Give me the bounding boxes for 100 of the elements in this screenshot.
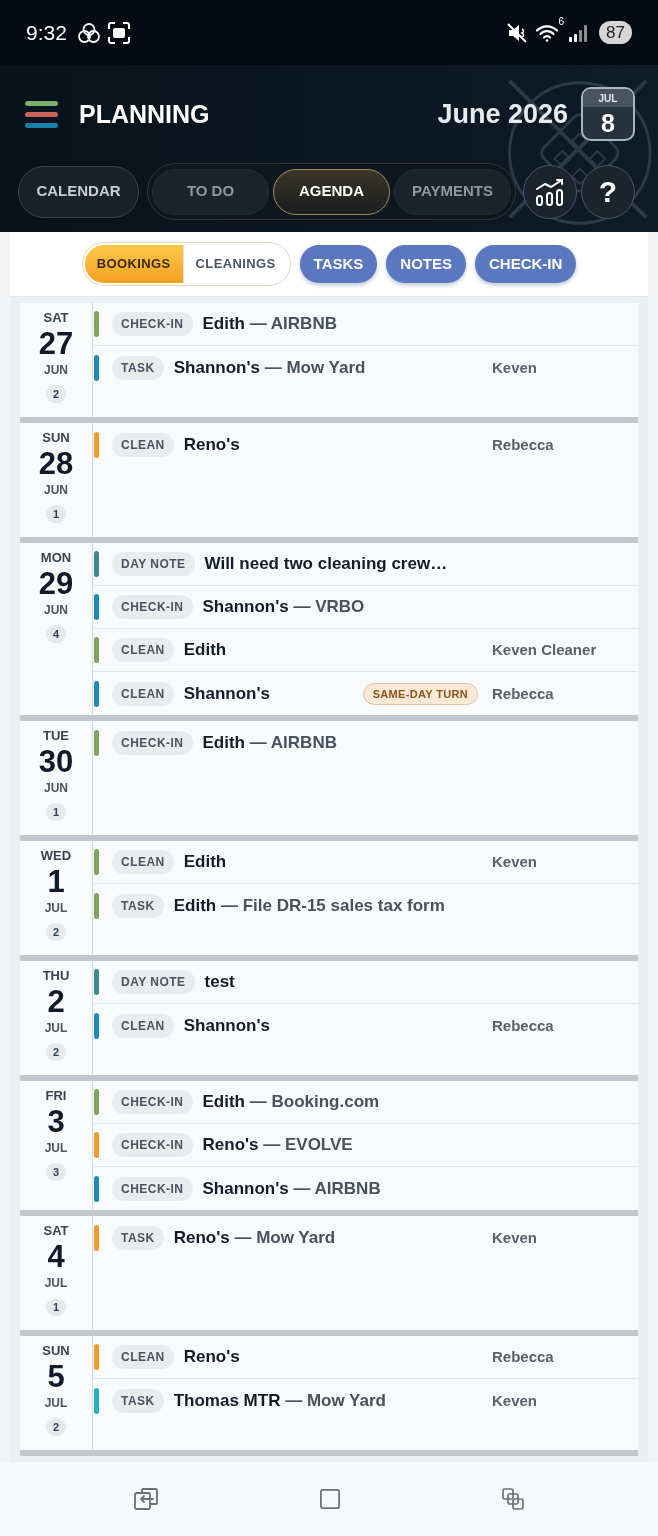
entry-tag: CLEAN <box>112 432 174 457</box>
weekday-label: SUN <box>42 430 70 446</box>
filter-toggle[interactable]: TASKS <box>299 245 378 283</box>
filter-segment[interactable]: BOOKINGS <box>84 245 183 283</box>
entry-tag: DAY NOTE <box>112 552 195 576</box>
screenshot-icon <box>107 21 130 44</box>
entry-tag: CHECK-IN <box>112 730 193 755</box>
month-label: JUL <box>44 1395 68 1411</box>
stats-button[interactable] <box>523 164 577 219</box>
assignee-name: Rebecca <box>492 1348 554 1365</box>
day-number: 2 <box>47 986 65 1018</box>
entry-tag: CLEAN <box>112 638 174 662</box>
entry-count: 4 <box>46 625 66 643</box>
month-label: JUL <box>44 1020 68 1036</box>
day-number: 5 <box>47 1361 65 1393</box>
battery-indicator: 87 <box>599 21 632 44</box>
weekday-label: WED <box>40 848 72 864</box>
entry-tag: CLEAN <box>112 681 174 706</box>
mute-icon <box>506 22 529 43</box>
page-title: PLANNING <box>79 101 210 127</box>
entry-title: Shannon's — Mow Yard <box>173 356 366 379</box>
entry-count: 1 <box>46 1298 66 1316</box>
entry-tag: CHECK-IN <box>112 1090 193 1114</box>
entry-tag: CHECK-IN <box>112 1133 193 1157</box>
entry-count: 2 <box>46 1043 66 1061</box>
entry-title: Edith <box>183 639 227 662</box>
assignee-name: Rebecca <box>492 684 554 702</box>
nav-tab[interactable]: AGENDA <box>273 168 390 215</box>
trend-chart-icon <box>535 177 565 206</box>
entry-count: 1 <box>46 803 66 821</box>
weekday-label: THU <box>42 968 70 984</box>
weekday-label: SAT <box>43 310 69 326</box>
back-icon[interactable] <box>134 1488 158 1510</box>
month-label: JUL <box>44 1275 68 1291</box>
month-label: JUN <box>44 362 68 378</box>
signal-bars-icon <box>569 23 590 42</box>
month-title: June 2026 <box>437 100 568 128</box>
nav-tab[interactable]: CALENDAR <box>18 165 139 218</box>
help-button[interactable]: ? <box>581 164 635 219</box>
day-number: 30 <box>38 746 74 778</box>
day-number: 29 <box>38 568 74 600</box>
entry-count: 1 <box>46 505 66 523</box>
nav-tab[interactable]: TO DO <box>152 168 269 215</box>
day-number: 3 <box>47 1106 65 1138</box>
entry-tag: CLEAN <box>112 850 174 874</box>
assignee-name: Keven <box>492 1391 538 1409</box>
entry-tag: CLEAN <box>112 1345 174 1369</box>
month-label: JUN <box>44 482 68 498</box>
entry-tag: CHECK-IN <box>112 595 193 619</box>
wifi-generation-label: 6 <box>558 17 565 27</box>
entry-title: Edith — Booking.com <box>202 1091 380 1114</box>
assignee-name: Keven <box>492 358 538 376</box>
assignee-name: Keven <box>492 1228 538 1246</box>
weekday-label: TUE <box>43 728 69 744</box>
overlapping-squares-icon[interactable] <box>502 1488 524 1510</box>
filter-toggle[interactable]: CHECK-IN <box>475 245 577 283</box>
entry-title: Edith — AIRBNB <box>202 313 337 336</box>
wifi-icon <box>534 23 559 42</box>
entry-tag: TASK <box>112 355 164 380</box>
nav-tab[interactable]: PAYMENTS <box>394 168 511 215</box>
entry-title: Reno's — Mow Yard <box>173 1226 336 1249</box>
day-number: 1 <box>47 866 65 898</box>
entry-title: Shannon's — AIRBNB <box>202 1177 381 1200</box>
entry-count: 3 <box>46 1163 66 1181</box>
assignee-name: Keven Cleaner <box>492 641 597 658</box>
assignee-name: Rebecca <box>492 435 554 453</box>
month-label: JUN <box>44 602 68 618</box>
month-label: JUL <box>44 1140 68 1156</box>
status-time: 9:32 <box>26 22 67 43</box>
entry-tag: CHECK-IN <box>112 312 193 336</box>
entry-tag: DAY NOTE <box>112 970 195 994</box>
entry-tag: CLEAN <box>112 1013 174 1038</box>
weekday-label: FRI <box>45 1088 67 1104</box>
entry-title: Edith — File DR-15 sales tax form <box>173 894 445 917</box>
entry-title: Shannon's <box>183 682 270 705</box>
entry-title: Reno's <box>183 433 240 456</box>
three-circles-icon <box>77 22 100 43</box>
menu-icon[interactable] <box>25 100 58 128</box>
weekday-label: SAT <box>43 1223 69 1239</box>
entry-title: test <box>204 971 235 994</box>
entry-tag: TASK <box>112 893 164 918</box>
entry-count: 2 <box>46 1418 66 1436</box>
month-label: JUN <box>44 780 68 796</box>
entry-title: Edith — AIRBNB <box>202 731 337 754</box>
home-icon[interactable] <box>320 1489 340 1509</box>
day-number: 4 <box>47 1241 65 1273</box>
month-label: JUL <box>44 900 68 916</box>
status-badge: SAME-DAY TURN <box>362 682 478 705</box>
today-button[interactable]: JUL 8 <box>581 87 635 141</box>
entry-title: Reno's <box>183 1346 240 1369</box>
entry-count: 2 <box>46 385 66 403</box>
entry-title: Shannon's <box>183 1014 270 1037</box>
weekday-label: SUN <box>42 1343 70 1359</box>
assignee-name: Keven <box>492 853 538 870</box>
entry-title: Will need two cleaning crew… <box>204 553 448 576</box>
day-number: 28 <box>38 448 74 480</box>
assignee-name: Rebecca <box>492 1016 554 1034</box>
entry-tag: CHECK-IN <box>112 1176 193 1201</box>
filter-toggle[interactable]: NOTES <box>386 245 467 283</box>
entry-tag: TASK <box>112 1388 164 1413</box>
